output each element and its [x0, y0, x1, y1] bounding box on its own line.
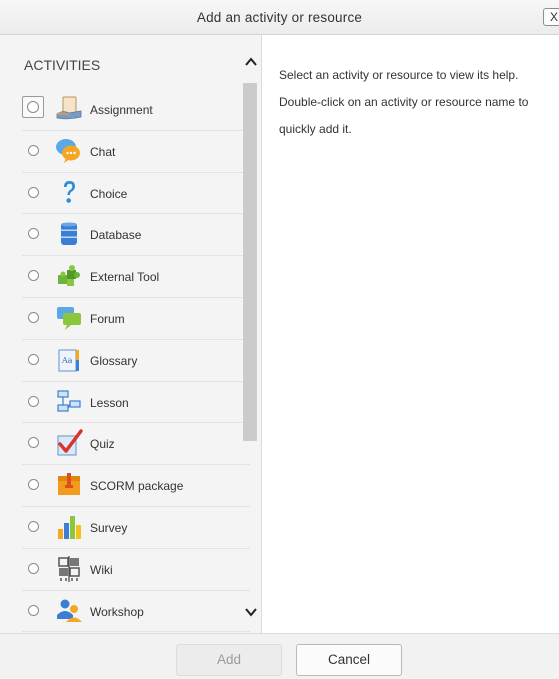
radio-button[interactable]: [28, 437, 39, 449]
scroll-down-icon[interactable]: [244, 605, 258, 619]
activity-label: Glossary: [90, 353, 138, 368]
activity-item-choice[interactable]: Choice: [22, 173, 250, 215]
radio-button[interactable]: [28, 228, 39, 240]
radio-button[interactable]: [28, 562, 39, 574]
workshop-icon: [55, 597, 83, 625]
activity-item-glossary[interactable]: Aa Glossary: [22, 340, 250, 382]
survey-icon: [55, 513, 83, 541]
quiz-icon: [55, 429, 83, 457]
activity-label: Database: [90, 228, 142, 243]
activity-item-forum[interactable]: Forum: [22, 298, 250, 340]
activity-label: Wiki: [90, 562, 113, 577]
wiki-icon: [55, 555, 83, 583]
activity-label: SCORM package: [90, 479, 184, 494]
activity-label: Lesson: [90, 395, 129, 410]
activity-label: Assignment: [90, 103, 153, 117]
activity-label: Forum: [90, 311, 125, 326]
scroll-up-icon[interactable]: [244, 55, 258, 69]
radio-button[interactable]: [28, 353, 39, 365]
choice-icon: [55, 179, 83, 207]
chat-icon: [55, 137, 83, 165]
scrollbar-thumb[interactable]: [243, 83, 257, 441]
activity-item-survey[interactable]: Survey: [22, 507, 250, 549]
database-icon: [55, 220, 83, 248]
activity-item-workshop[interactable]: Workshop: [22, 591, 250, 633]
external-tool-icon: [55, 262, 83, 290]
activity-item-wiki[interactable]: Wiki: [22, 549, 250, 591]
activity-item-quiz[interactable]: Quiz: [22, 423, 250, 466]
activity-chooser-pane: ACTIVITIES Assignment Chat Choice Databa…: [0, 35, 262, 633]
activities-list: Assignment Chat Choice Database External…: [22, 89, 250, 633]
activity-item-lesson[interactable]: Lesson: [22, 382, 250, 424]
dialog-title: Add an activity or resource: [196, 10, 363, 25]
help-pane: Select an activity or resource to view i…: [262, 35, 559, 633]
activity-label: Workshop: [90, 604, 144, 619]
forum-icon: [55, 304, 83, 332]
cancel-button[interactable]: Cancel: [296, 644, 402, 676]
radio-button[interactable]: [28, 186, 39, 198]
activity-label: External Tool: [90, 270, 160, 285]
radio-button[interactable]: [28, 311, 39, 323]
close-button[interactable]: X: [543, 8, 559, 26]
dialog-footer: Add Cancel: [0, 633, 559, 679]
dialog-titlebar: Add an activity or resource X: [0, 0, 559, 35]
activity-item-assignment[interactable]: Assignment: [22, 89, 250, 131]
radio-button[interactable]: [22, 96, 44, 118]
radio-button[interactable]: [28, 144, 39, 156]
radio-button[interactable]: [28, 479, 39, 491]
scorm-package-icon: [55, 471, 83, 499]
radio-button[interactable]: [28, 270, 39, 282]
activity-label: Survey: [90, 520, 128, 535]
help-text: Select an activity or resource to view i…: [279, 68, 529, 136]
activity-item-external-tool[interactable]: External Tool: [22, 256, 250, 298]
glossary-icon: Aa: [55, 346, 83, 374]
lesson-icon: [55, 388, 83, 416]
activity-label: Chat: [90, 144, 116, 159]
activity-item-database[interactable]: Database: [22, 214, 250, 257]
activity-label: Choice: [90, 186, 128, 201]
activity-item-chat[interactable]: Chat: [22, 131, 250, 173]
add-activity-dialog: Add an activity or resource X ACTIVITIES…: [0, 0, 559, 679]
activities-heading: ACTIVITIES: [24, 57, 101, 73]
svg-text:Aa: Aa: [61, 356, 73, 365]
radio-button[interactable]: [28, 604, 39, 616]
add-button[interactable]: Add: [176, 644, 282, 676]
radio-button[interactable]: [28, 395, 39, 407]
radio-button[interactable]: [28, 520, 39, 532]
assignment-icon: [55, 95, 83, 123]
activity-item-scorm-package[interactable]: SCORM package: [22, 465, 250, 507]
activity-label: Quiz: [90, 437, 115, 452]
